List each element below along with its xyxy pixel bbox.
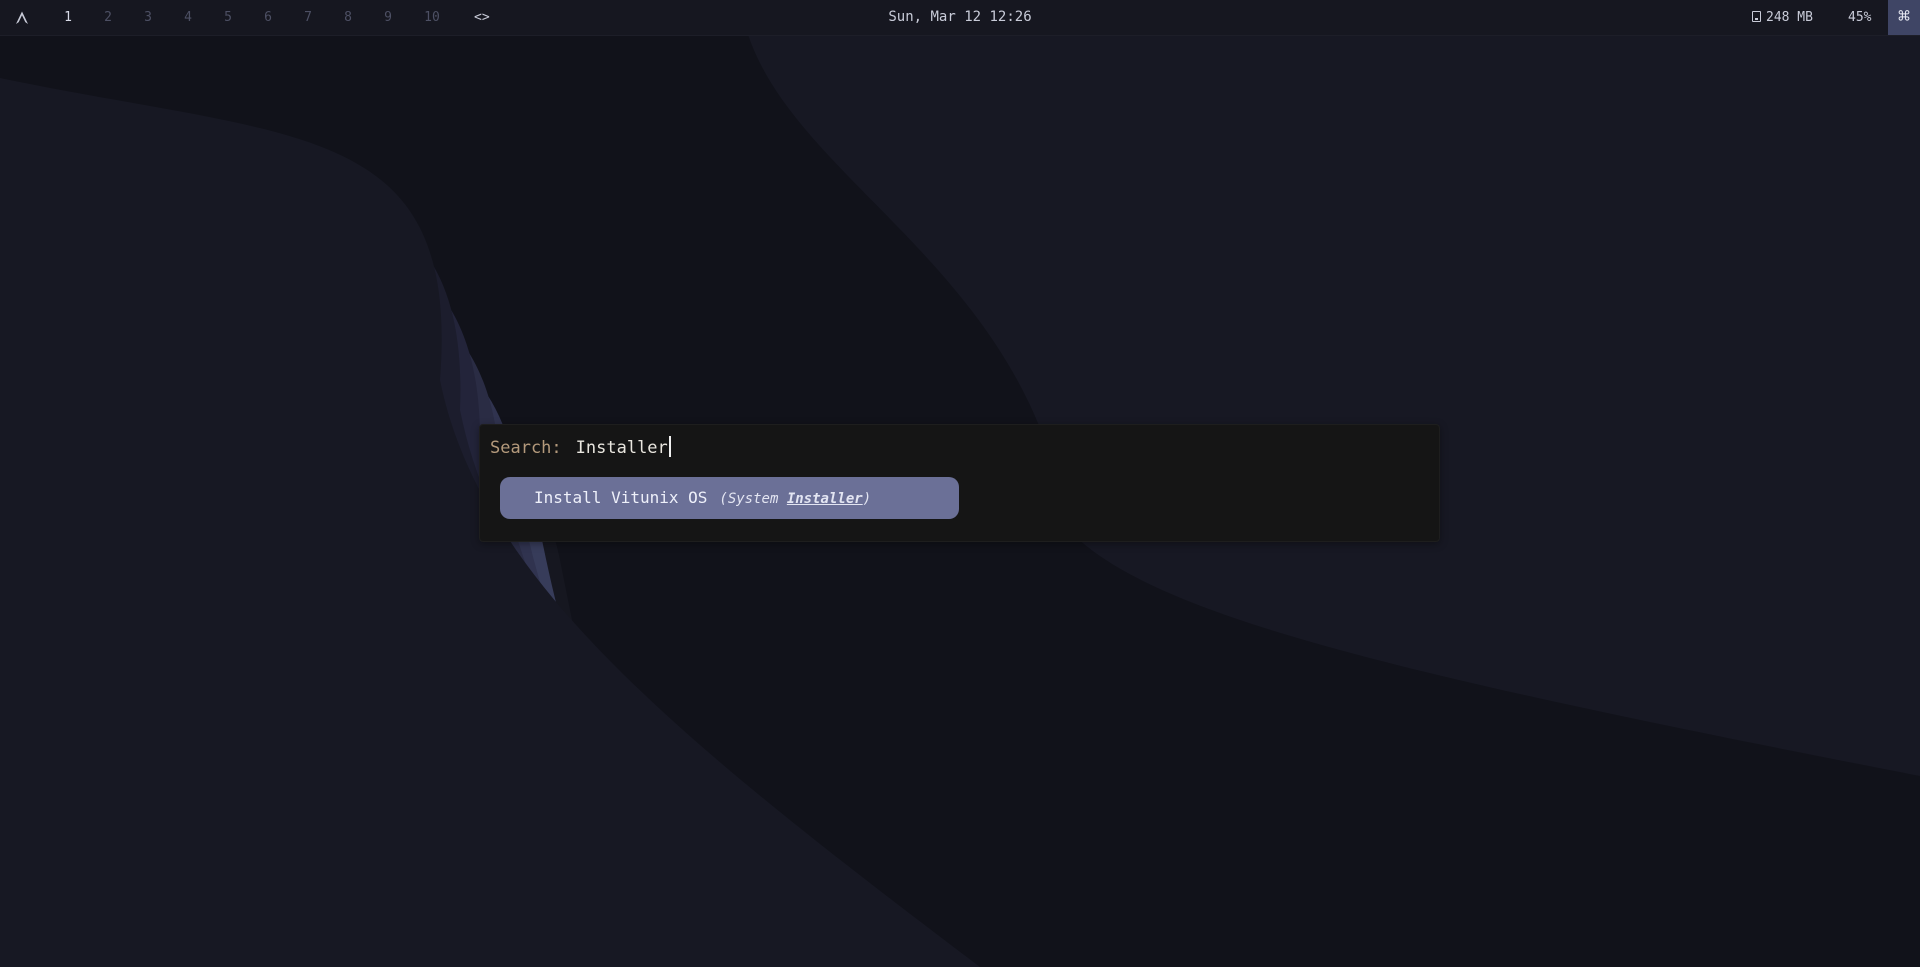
layout-indicator[interactable]: <> [474, 0, 490, 35]
result-subtitle: (System Installer) [719, 491, 871, 507]
workspace-4[interactable]: 4 [176, 0, 200, 35]
launcher-result-install[interactable]: Install Vitunix OS (System Installer) [500, 477, 959, 519]
search-row[interactable]: Search: Installer [490, 436, 671, 460]
memory-usage[interactable]: 248 MB [1752, 0, 1813, 35]
workspace-3[interactable]: 3 [136, 0, 160, 35]
memory-value: 248 MB [1766, 10, 1813, 25]
workspace-10[interactable]: 10 [418, 0, 446, 35]
workspace-7[interactable]: 7 [296, 0, 320, 35]
search-input[interactable]: Installer [576, 438, 668, 458]
result-subtitle-match: Installer [786, 491, 863, 507]
workspace-1[interactable]: 1 [56, 0, 80, 35]
search-label: Search: [490, 438, 562, 458]
clock-text[interactable]: Sun, Mar 12 12:26 [888, 9, 1031, 25]
result-title: Install Vitunix OS [534, 488, 708, 507]
result-subtitle-open: (System [719, 491, 787, 507]
result-subtitle-close: ) [862, 491, 872, 507]
arch-logo-icon[interactable] [14, 10, 30, 26]
cpu-usage[interactable]: 45% [1848, 0, 1871, 35]
workspace-2[interactable]: 2 [96, 0, 120, 35]
workspace-8[interactable]: 8 [336, 0, 360, 35]
clock: Sun, Mar 12 12:26 [0, 0, 1920, 35]
app-launcher: Search: Installer Install Vitunix OS (Syst… [479, 424, 1440, 542]
desktop: 1 2 3 4 5 6 7 8 9 10 <> Sun, Mar 12 12:2… [0, 0, 1920, 967]
top-bar: 1 2 3 4 5 6 7 8 9 10 <> Sun, Mar 12 12:2… [0, 0, 1920, 36]
command-icon[interactable]: ⌘ [1888, 0, 1920, 35]
workspace-9[interactable]: 9 [376, 0, 400, 35]
disk-icon [1752, 11, 1761, 22]
workspace-6[interactable]: 6 [256, 0, 280, 35]
workspace-5[interactable]: 5 [216, 0, 240, 35]
text-caret [668, 436, 671, 457]
